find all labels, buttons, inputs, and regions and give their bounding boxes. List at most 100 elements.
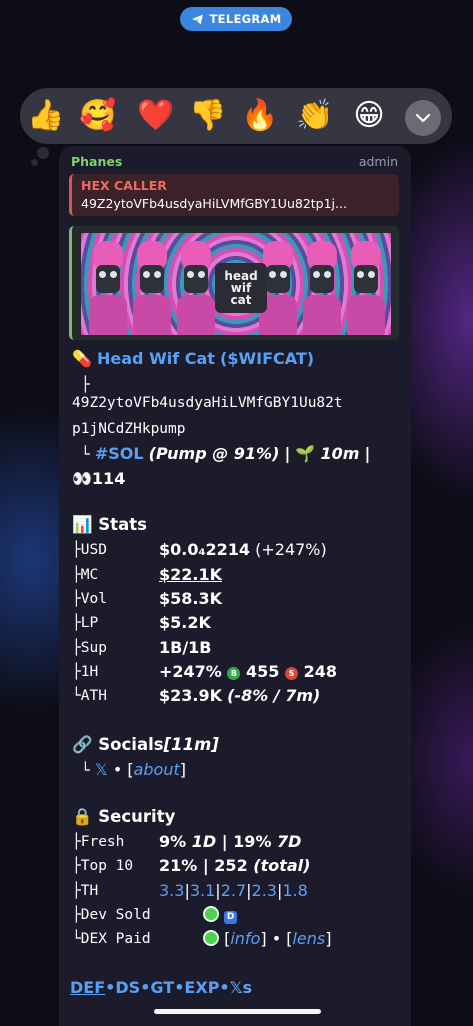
top-holders-values: 3.3|3.1|2.7|2.3|1.8 [159, 881, 308, 900]
home-indicator[interactable] [154, 1009, 321, 1014]
holder-link[interactable]: 3.3 [159, 881, 184, 900]
token-address-line-2[interactable]: p1jNCdZHkpump [72, 418, 186, 440]
holder-link[interactable]: 3.1 [190, 881, 215, 900]
buys-count: 455 [246, 662, 280, 681]
paper-plane-icon [191, 14, 203, 24]
notification-label: TELEGRAM [209, 12, 282, 26]
reply-quote[interactable]: HEX CALLER 49Z2ytoVFb4usdyaHiLVMfGBY1Uu8… [69, 174, 399, 216]
viewer-count: 114 [91, 469, 126, 488]
reply-text: 49Z2ytoVFb4usdyaHiLVMfGBY1Uu82tp1j... [81, 196, 347, 211]
separator-dot: • [105, 978, 116, 997]
preview-image[interactable]: head wif cat [81, 233, 391, 335]
eyes-icon: 👀 [72, 469, 92, 488]
pill-icon: 💊 [72, 349, 92, 368]
thumbs-down-reaction[interactable]: 👎 [188, 96, 228, 136]
buys-icon: B [227, 667, 241, 680]
security-value: D [203, 905, 238, 924]
expand-reactions-button[interactable] [405, 100, 441, 136]
token-age: 10m [320, 444, 360, 463]
stats-title: Stats [98, 515, 147, 534]
holder-link[interactable]: 1.8 [282, 881, 307, 900]
exp-link[interactable]: EXP [184, 978, 219, 997]
sells-icon: S [284, 667, 298, 680]
thumbs-up-reaction[interactable]: 👍 [26, 96, 66, 136]
stat-label: ├Sup [72, 640, 107, 656]
separator-dot: • [112, 760, 123, 779]
lens-link[interactable]: lens [292, 929, 325, 948]
separator: | [284, 444, 291, 463]
footer-links: DEF•DS•GT•EXP•𝕏s [70, 978, 252, 997]
stats-heading: 📊 Stats [72, 515, 147, 535]
link-preview[interactable]: head wif cat [69, 226, 399, 340]
stat-label: ├MC [72, 567, 99, 583]
clapping-reaction[interactable]: 👏 [295, 96, 335, 136]
security-title: Security [98, 807, 176, 826]
link-icon: 🔗 [72, 735, 93, 754]
stat-label: ├1H [72, 664, 99, 680]
fire-reaction[interactable]: 🔥 [240, 96, 280, 136]
security-label: ├TH [72, 883, 99, 899]
chevron-down-icon [415, 113, 431, 123]
holder-link[interactable]: 2.7 [221, 881, 246, 900]
preview-logo: head wif cat [215, 263, 267, 313]
stat-value: $5.2K [159, 613, 211, 632]
def-link[interactable]: DEF [70, 978, 105, 997]
message-bubble[interactable]: Phanes admin HEX CALLER 49Z2ytoVFb4usdya… [59, 146, 411, 1026]
green-check-dot-icon [203, 930, 219, 946]
sells-count: 248 [303, 662, 337, 681]
telegram-notification-pill[interactable]: TELEGRAM [180, 7, 292, 31]
security-label: ├Dev Sold [72, 907, 151, 923]
separator-dot: • [174, 978, 185, 997]
token-header: 💊 Head Wif Cat ($WIFCAT) [72, 348, 314, 370]
stat-value: $0.0₄2214 (+247%) [159, 540, 327, 559]
token-name-link[interactable]: Head Wif Cat [97, 349, 215, 368]
reaction-tail-dot [37, 147, 49, 159]
socials-age: [11m] [163, 735, 219, 754]
stat-value: 1B/1B [159, 638, 212, 657]
socials-links: └ 𝕏 • [about] [81, 759, 186, 782]
stat-value: $58.3K [159, 589, 223, 608]
gt-link[interactable]: GT [150, 978, 174, 997]
xs-link[interactable]: 𝕏s [230, 978, 252, 997]
stat-value: +247% B 455 S 248 [159, 662, 337, 681]
dev-badge-icon[interactable]: D [224, 911, 238, 924]
about-link[interactable]: about [134, 760, 180, 779]
security-value: 21% | 252 (total) [159, 856, 311, 875]
reaction-tail-dot-small [31, 159, 38, 166]
sender-role: admin [358, 154, 398, 169]
security-heading: 🔒 Security [72, 807, 175, 827]
stat-label: ├Vol [72, 591, 107, 607]
grinning-reaction[interactable]: 😁 [349, 96, 389, 136]
separator: | [364, 444, 371, 463]
reaction-bar: 👍 🥰 ❤️ 👎 🔥 👏 😁 [20, 88, 452, 144]
info-link[interactable]: info [230, 929, 260, 948]
market-cap-link[interactable]: $22.1K [159, 565, 222, 584]
stat-value: $23.9K (-8% / 7m) [159, 686, 321, 705]
chain-hashtag[interactable]: #SOL [95, 444, 144, 463]
token-address-line-1[interactable]: 49Z2ytoVFb4usdyaHiLVMfGBY1Uu82t [72, 392, 343, 414]
viewers-row: 👀114 [72, 468, 125, 490]
ds-link[interactable]: DS [115, 978, 140, 997]
x-link[interactable]: 𝕏 [95, 760, 108, 779]
sender-name[interactable]: Phanes [71, 154, 122, 169]
green-check-dot-icon [203, 906, 219, 922]
holder-link[interactable]: 2.3 [252, 881, 277, 900]
logo-line-3: cat [230, 293, 252, 307]
token-meta: └ #SOL (Pump @ 91%) | 🌱 10m | [81, 443, 370, 466]
stat-label: ├LP [72, 615, 99, 631]
security-label: ├Top 10 [72, 858, 134, 874]
reply-title: HEX CALLER [81, 178, 167, 193]
lock-icon: 🔒 [72, 807, 93, 826]
security-value: [info] • [lens] [203, 929, 332, 948]
separator-dot: • [219, 978, 230, 997]
tree-end: └ [81, 447, 90, 463]
seedling-icon: 🌱 [295, 444, 316, 463]
heart-reaction[interactable]: ❤️ [136, 96, 176, 136]
smiling-hearts-reaction[interactable]: 🥰 [78, 96, 118, 136]
security-value: 9% 1D | 19% 7D [159, 832, 302, 851]
token-ticker[interactable]: ($WIFCAT) [220, 349, 314, 368]
stat-label: └ATH [72, 688, 107, 704]
separator-dot: • [140, 978, 151, 997]
security-label: └DEX Paid [72, 931, 151, 947]
security-label: ├Fresh [72, 834, 125, 850]
